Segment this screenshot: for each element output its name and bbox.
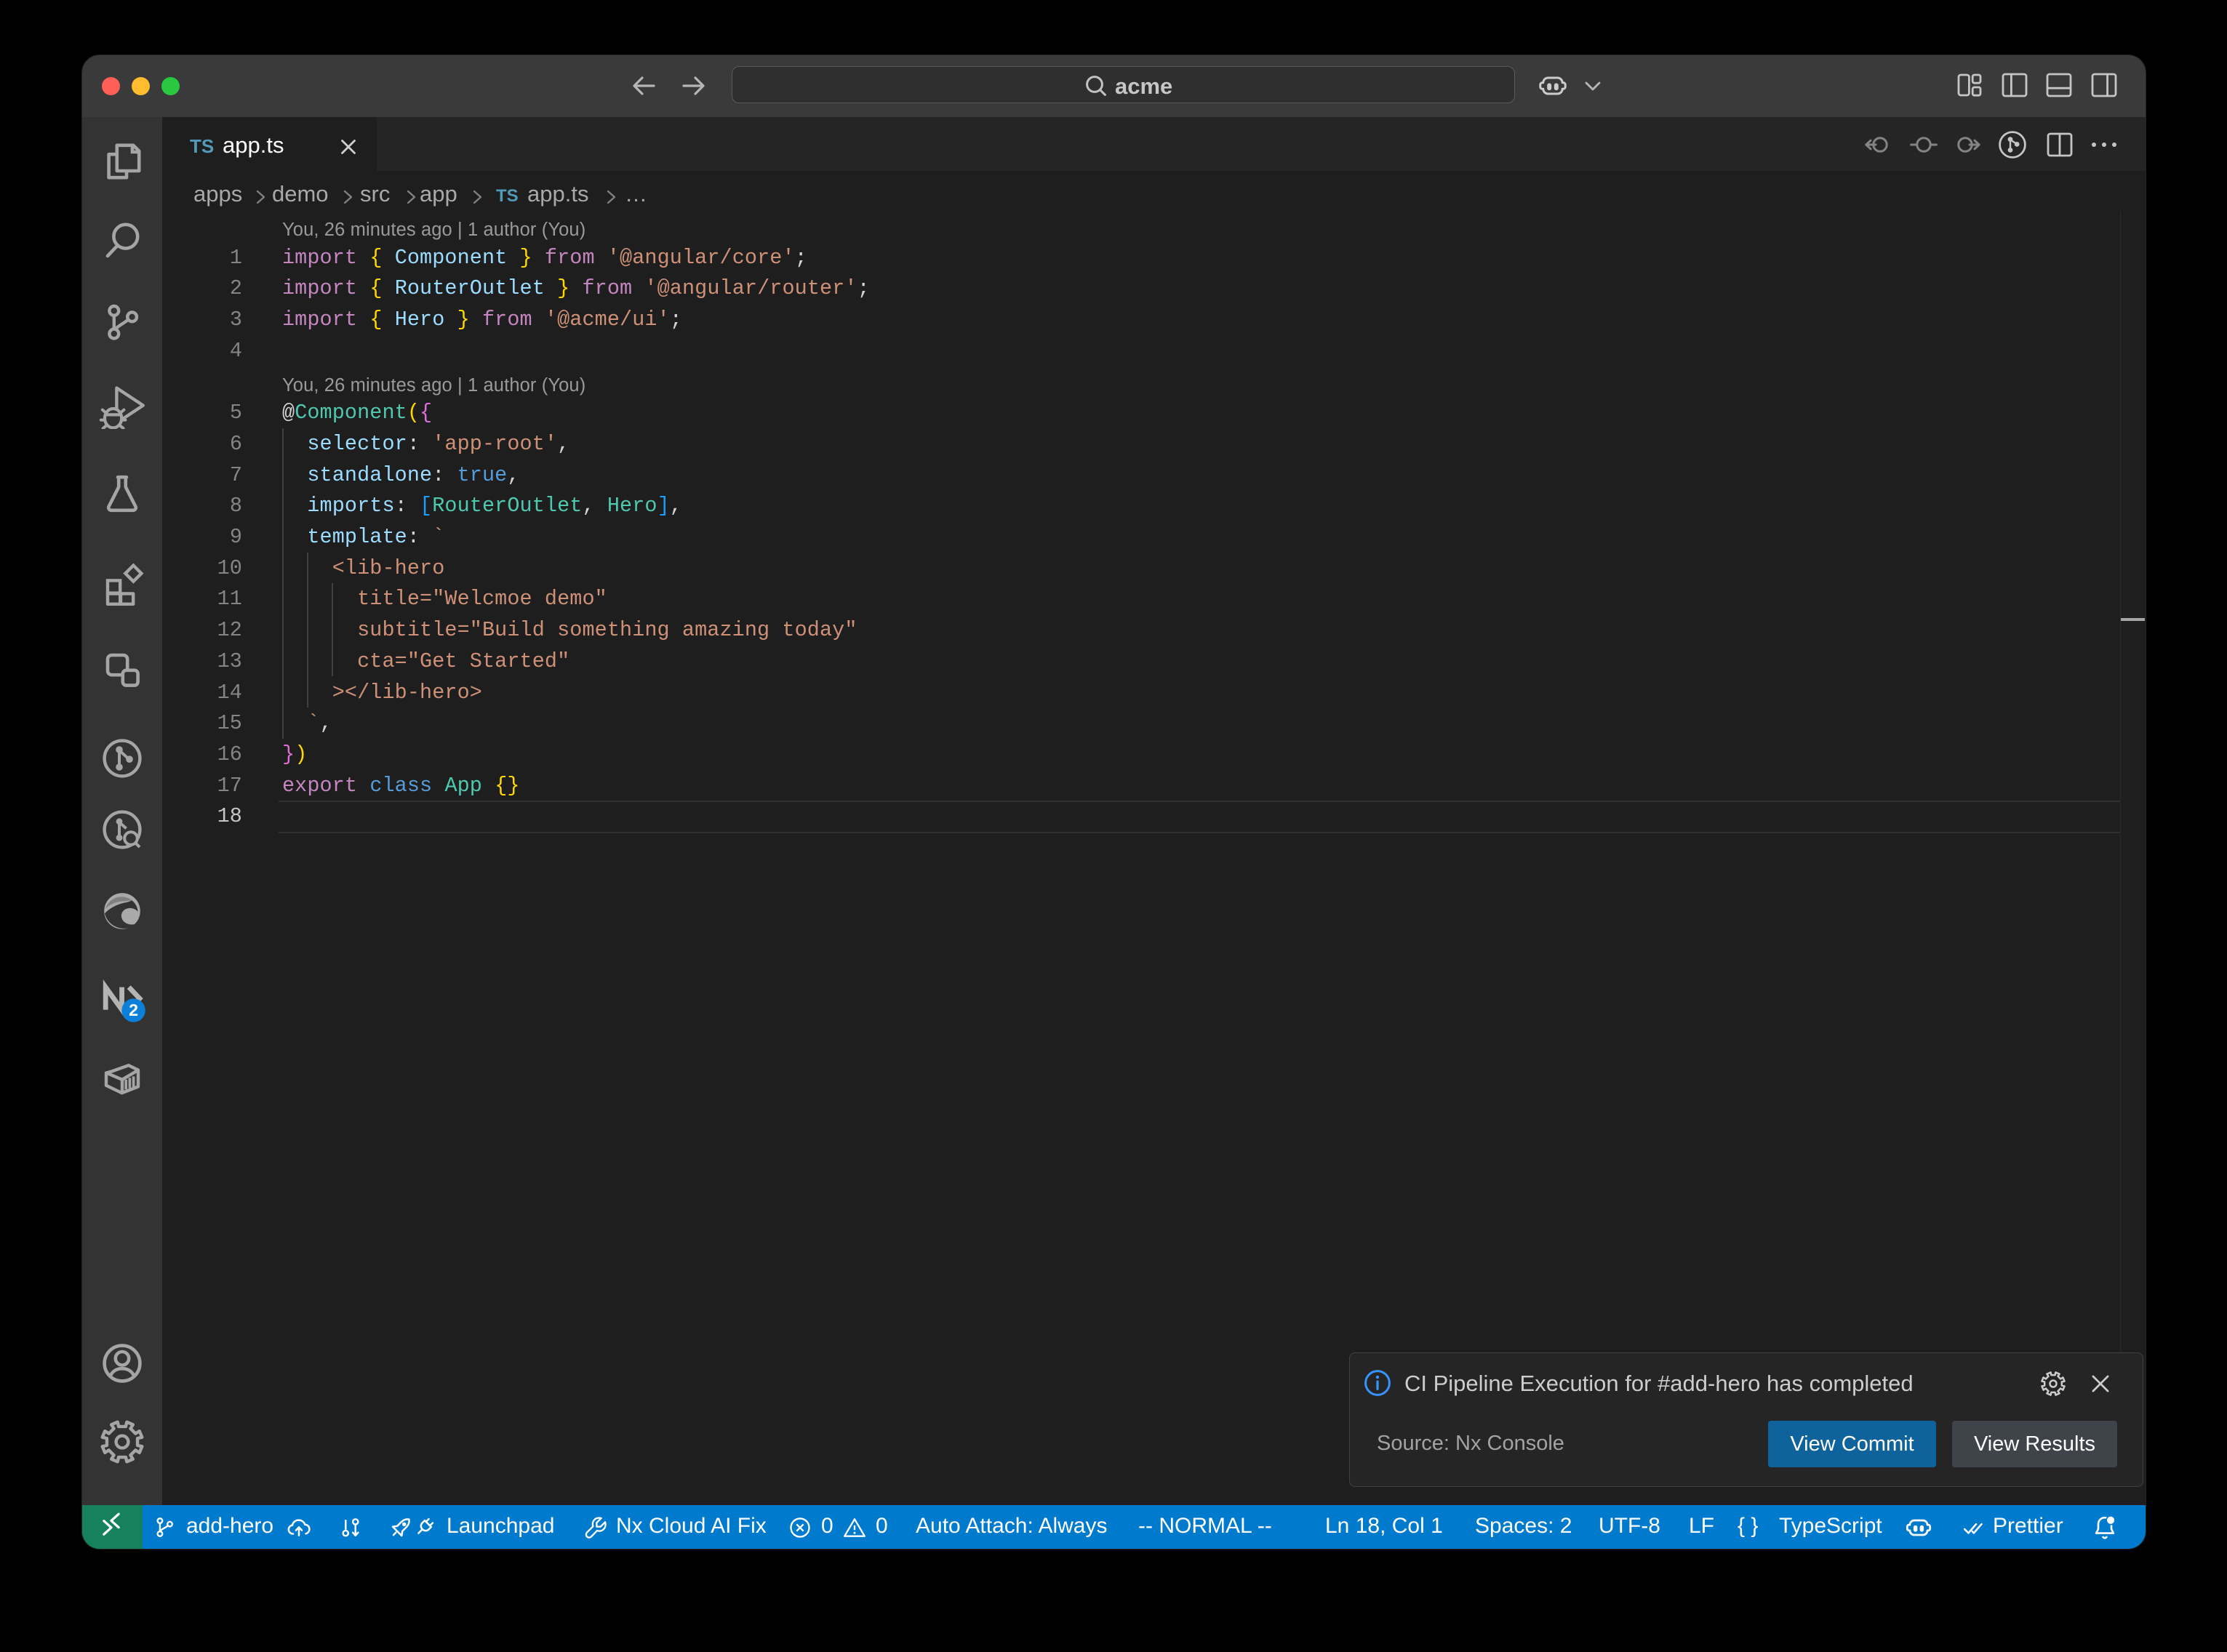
svg-text:2: 2 [129, 1001, 138, 1019]
